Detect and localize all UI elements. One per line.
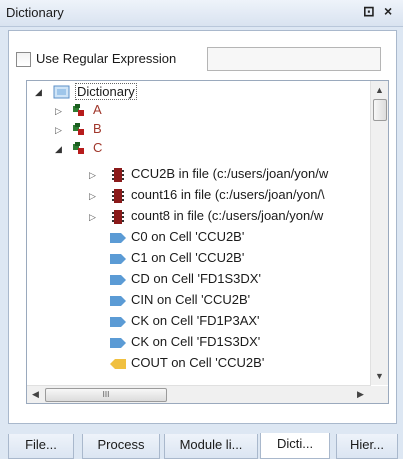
scroll-left-icon[interactable]: ◀ [32, 389, 39, 400]
input-port-icon [110, 275, 126, 285]
expanded-icon[interactable]: ◢ [55, 144, 65, 154]
tree-item-label: CD on Cell 'FD1S3DX' [131, 271, 261, 286]
float-icon[interactable]: ⊡ [363, 3, 375, 20]
dictionary-tree[interactable]: ◢ Dictionary ▷ A ▷ B ◢ C ▷ CCU2B in file… [26, 80, 389, 404]
collapsed-icon[interactable]: ▷ [89, 191, 99, 201]
collapsed-icon[interactable]: ▷ [55, 106, 65, 116]
scroll-right-icon[interactable]: ▶ [357, 389, 364, 400]
chip-icon [112, 189, 124, 203]
tree-item-label: CCU2B in file (c:/users/joan/yon/w [131, 166, 329, 181]
tree-item-label: count8 in file (c:/users/joan/yon/w [131, 208, 324, 223]
scroll-corner [371, 386, 388, 403]
input-port-icon [110, 296, 126, 306]
input-port-icon [110, 317, 126, 327]
tree-group-label: B [93, 121, 102, 136]
collapsed-icon[interactable]: ▷ [89, 170, 99, 180]
tab-hierarchy[interactable]: Hier... [336, 434, 398, 459]
tree-item-label: CK on Cell 'FD1S3DX' [131, 334, 261, 349]
collapsed-icon[interactable]: ▷ [55, 125, 65, 135]
use-regex-checkbox[interactable] [16, 52, 31, 67]
output-port-icon [110, 359, 126, 369]
expanded-icon[interactable]: ◢ [35, 87, 45, 97]
scroll-down-icon[interactable]: ▼ [375, 371, 384, 381]
tree-item-label: C0 on Cell 'CCU2B' [131, 229, 245, 244]
vertical-scrollbar[interactable]: ▲ ▼ [370, 81, 388, 385]
tab-dictionary[interactable]: Dicti... [260, 433, 330, 459]
tab-module-library[interactable]: Module li... [164, 434, 258, 459]
input-port-icon [110, 254, 126, 264]
library-icon [73, 104, 84, 116]
tree-group-label: A [93, 102, 102, 117]
tree-item-label: CIN on Cell 'CCU2B' [131, 292, 251, 307]
use-regex-label: Use Regular Expression [36, 51, 177, 66]
tree-group-label: C [93, 140, 103, 155]
tree-item-label: CK on Cell 'FD1P3AX' [131, 313, 260, 328]
input-port-icon [110, 233, 126, 243]
search-input[interactable] [207, 47, 381, 71]
dictionary-icon [53, 85, 70, 99]
horizontal-scroll-thumb[interactable]: III [45, 388, 167, 402]
panel-titlebar: Dictionary ⊡ × [0, 0, 403, 27]
chip-icon [112, 168, 124, 182]
panel-tabs: File... Process Module li... Dicti... Hi… [0, 430, 403, 459]
collapsed-icon[interactable]: ▷ [89, 212, 99, 222]
tree-item-label: count16 in file (c:/users/joan/yon/\ [131, 187, 325, 202]
library-icon [73, 123, 84, 135]
tree-item-label: C1 on Cell 'CCU2B' [131, 250, 245, 265]
input-port-icon [110, 338, 126, 348]
horizontal-scrollbar[interactable]: ◀ III ▶ [27, 385, 371, 403]
scroll-up-icon[interactable]: ▲ [375, 85, 384, 95]
panel-title: Dictionary [6, 5, 64, 20]
library-icon [73, 142, 84, 154]
tree-item-label: COUT on Cell 'CCU2B' [131, 355, 265, 370]
close-icon[interactable]: × [384, 3, 392, 19]
vertical-scroll-thumb[interactable] [373, 99, 387, 121]
tab-file[interactable]: File... [8, 434, 74, 459]
chip-icon [112, 210, 124, 224]
tree-root-label: Dictionary [75, 83, 137, 100]
tab-process[interactable]: Process [82, 434, 160, 459]
